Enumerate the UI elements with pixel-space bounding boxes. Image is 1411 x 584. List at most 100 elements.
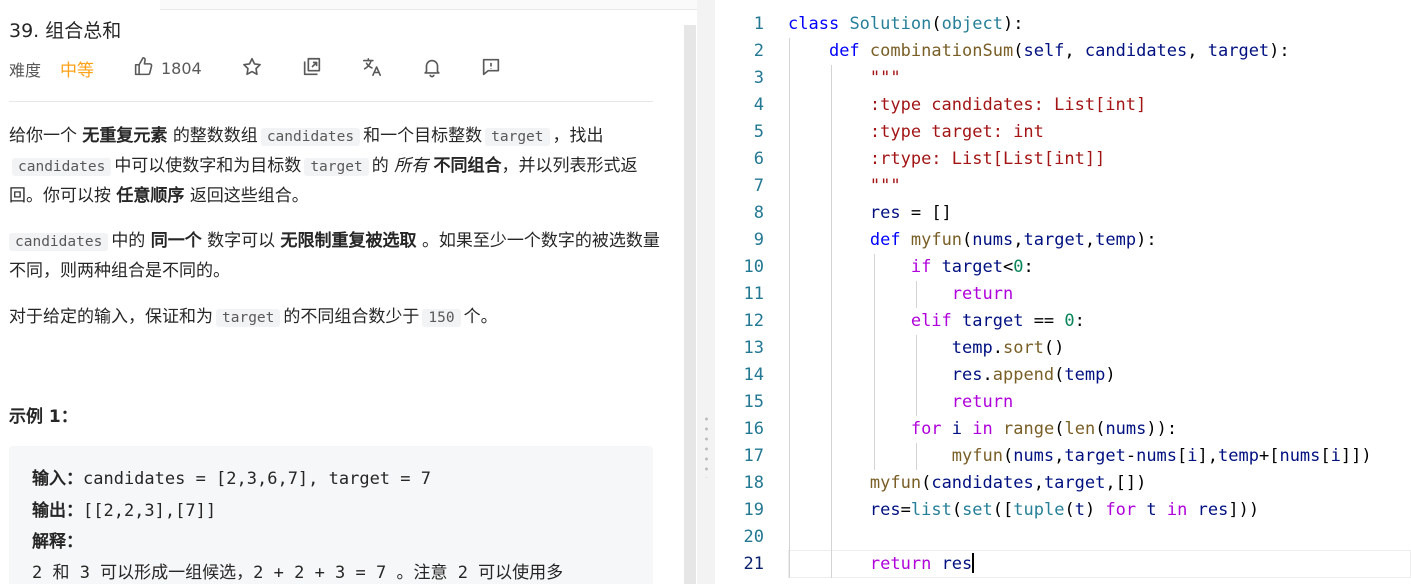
code-line[interactable]: """ — [788, 173, 901, 200]
code-line[interactable]: :type target: int — [788, 119, 1044, 146]
text: 给你一个 — [9, 126, 77, 146]
description-paragraph-2: candidates 中的 同一个 数字可以 无限制重复被选取 。如果至少一个数字… — [9, 227, 661, 286]
code-token: myfun — [951, 446, 1003, 466]
code-token: , — [1054, 446, 1065, 466]
code-token: )): — [1146, 419, 1178, 439]
example-output: 输出：[[2,2,3],[7]] — [32, 496, 216, 521]
code-token: target — [1064, 446, 1126, 466]
translate-button[interactable] — [361, 56, 383, 78]
code-token: myfun — [910, 230, 963, 250]
inline-code: 150 — [422, 309, 461, 327]
example-input-value: candidates = [2,3,6,7], target = 7 — [83, 469, 431, 489]
translate-icon — [361, 57, 383, 82]
feedback-button[interactable] — [480, 56, 502, 78]
line-number: 16 — [743, 419, 764, 439]
text: 的整数数组 — [172, 126, 258, 146]
code-token: :rtype: List[List[int]] — [869, 149, 1106, 169]
code-token: return — [869, 554, 932, 574]
code-line[interactable]: def combinationSum(self, candidates, tar… — [788, 38, 1290, 65]
code-line[interactable]: """ — [788, 65, 901, 92]
code-token: :type target: int — [869, 122, 1044, 142]
inline-code: candidates — [260, 128, 361, 146]
code-token: """ — [869, 176, 901, 196]
code-token: tuple — [1013, 500, 1065, 520]
code-line[interactable]: return — [788, 389, 1013, 416]
code-line[interactable]: res=list(set([tuple(t) for t in res])) — [788, 497, 1259, 524]
line-number: 11 — [743, 284, 764, 304]
problem-title: 39. 组合总和 — [9, 20, 122, 42]
code-token: return — [951, 392, 1014, 412]
tab-strip — [160, 0, 697, 10]
code-line[interactable]: res = [] — [788, 200, 952, 227]
text: 返回这些组合。 — [189, 186, 309, 206]
like-button[interactable]: 1804 — [133, 56, 202, 80]
code-line-active[interactable]: return res — [788, 551, 975, 578]
code-token: list — [910, 500, 952, 520]
code-editor[interactable]: 1 2 3 4 5 6 7 8 9 10 11 12 13 14 15 16 1… — [715, 0, 1411, 584]
code-token: for — [1105, 500, 1137, 520]
code-token: target — [962, 311, 1024, 331]
example-output-label: 输出： — [32, 501, 83, 521]
code-token: [ — [1177, 446, 1188, 466]
code-line[interactable]: :rtype: List[List[int]] — [788, 146, 1105, 173]
text: 对于给定的输入，保证和为 — [9, 307, 213, 327]
code-token: ]]) — [1340, 446, 1372, 466]
code-line[interactable]: temp.sort() — [788, 335, 1065, 362]
inline-code: candidates — [12, 158, 112, 176]
code-token: in — [1166, 500, 1188, 520]
code-token: . — [992, 338, 1003, 358]
example-block: 输入：candidates = [2,3,6,7], target = 7 输出… — [9, 446, 653, 584]
code-token: target — [1043, 473, 1106, 493]
description-scrollbar[interactable] — [684, 25, 696, 584]
example-input-label: 输入： — [32, 469, 83, 489]
favorite-button[interactable] — [241, 56, 263, 78]
code-line[interactable]: for i in range(len(nums)): — [788, 416, 1177, 443]
code-token: target — [941, 257, 1003, 277]
feedback-icon — [480, 58, 502, 82]
example-explanation: 2 和 3 可以形成一组候选，2 + 2 + 3 = 7 。注意 2 可以使用多 — [32, 563, 564, 583]
code-token: 0 — [1064, 311, 1075, 331]
code-token: ) — [1105, 365, 1116, 385]
code-token: candidates — [1084, 41, 1188, 61]
code-token: """ — [869, 68, 901, 88]
code-line[interactable]: res.append(temp) — [788, 362, 1116, 389]
text: 个。 — [463, 307, 498, 327]
line-number: 18 — [743, 473, 764, 493]
panel-splitter[interactable] — [697, 0, 715, 584]
code-token: nums — [1279, 446, 1321, 466]
code-token: temp — [951, 338, 993, 358]
code-token: sort — [1002, 338, 1044, 358]
difficulty-badge: 中等 — [60, 61, 94, 81]
italic-text: 所有 — [394, 156, 429, 176]
code-line[interactable]: class Solution(object): — [788, 11, 1023, 38]
code-token: res — [1197, 500, 1229, 520]
code-token: append — [992, 365, 1055, 385]
code-line[interactable]: if target<0: — [788, 254, 1034, 281]
code-token: i — [951, 419, 963, 439]
notify-button[interactable] — [421, 56, 443, 78]
code-line[interactable]: :type candidates: List[int] — [788, 92, 1146, 119]
code-token: ], — [1197, 446, 1219, 466]
code-token: temp — [1095, 230, 1137, 250]
code-line[interactable]: myfun(candidates,target,[]) — [788, 470, 1146, 497]
code-token: i — [1187, 446, 1198, 466]
line-number: 13 — [743, 338, 764, 358]
code-token: :type candidates: List[int] — [869, 95, 1147, 115]
line-number: 8 — [753, 203, 764, 223]
code-token: t — [1146, 500, 1157, 520]
code-token: ( — [921, 473, 932, 493]
share-button[interactable] — [301, 56, 323, 78]
code-line[interactable]: myfun(nums,target-nums[i],temp+[nums[i]]… — [788, 443, 1372, 470]
line-number: 20 — [743, 527, 764, 547]
code-token: ( — [1002, 446, 1014, 466]
description-paragraph-3: 对于给定的输入，保证和为 target 的不同组合数少于 150 个。 — [9, 303, 669, 333]
code-line[interactable]: return — [788, 281, 1013, 308]
code-line[interactable]: def myfun(nums,target,temp): — [788, 227, 1157, 254]
divider — [9, 101, 653, 102]
drag-handle-icon[interactable] — [705, 414, 708, 478]
code-token: self — [1023, 41, 1065, 61]
code-line[interactable]: elif target == 0: — [788, 308, 1085, 335]
code-token: len — [1064, 419, 1096, 439]
code-token: in — [972, 419, 993, 439]
code-line[interactable] — [788, 524, 798, 551]
